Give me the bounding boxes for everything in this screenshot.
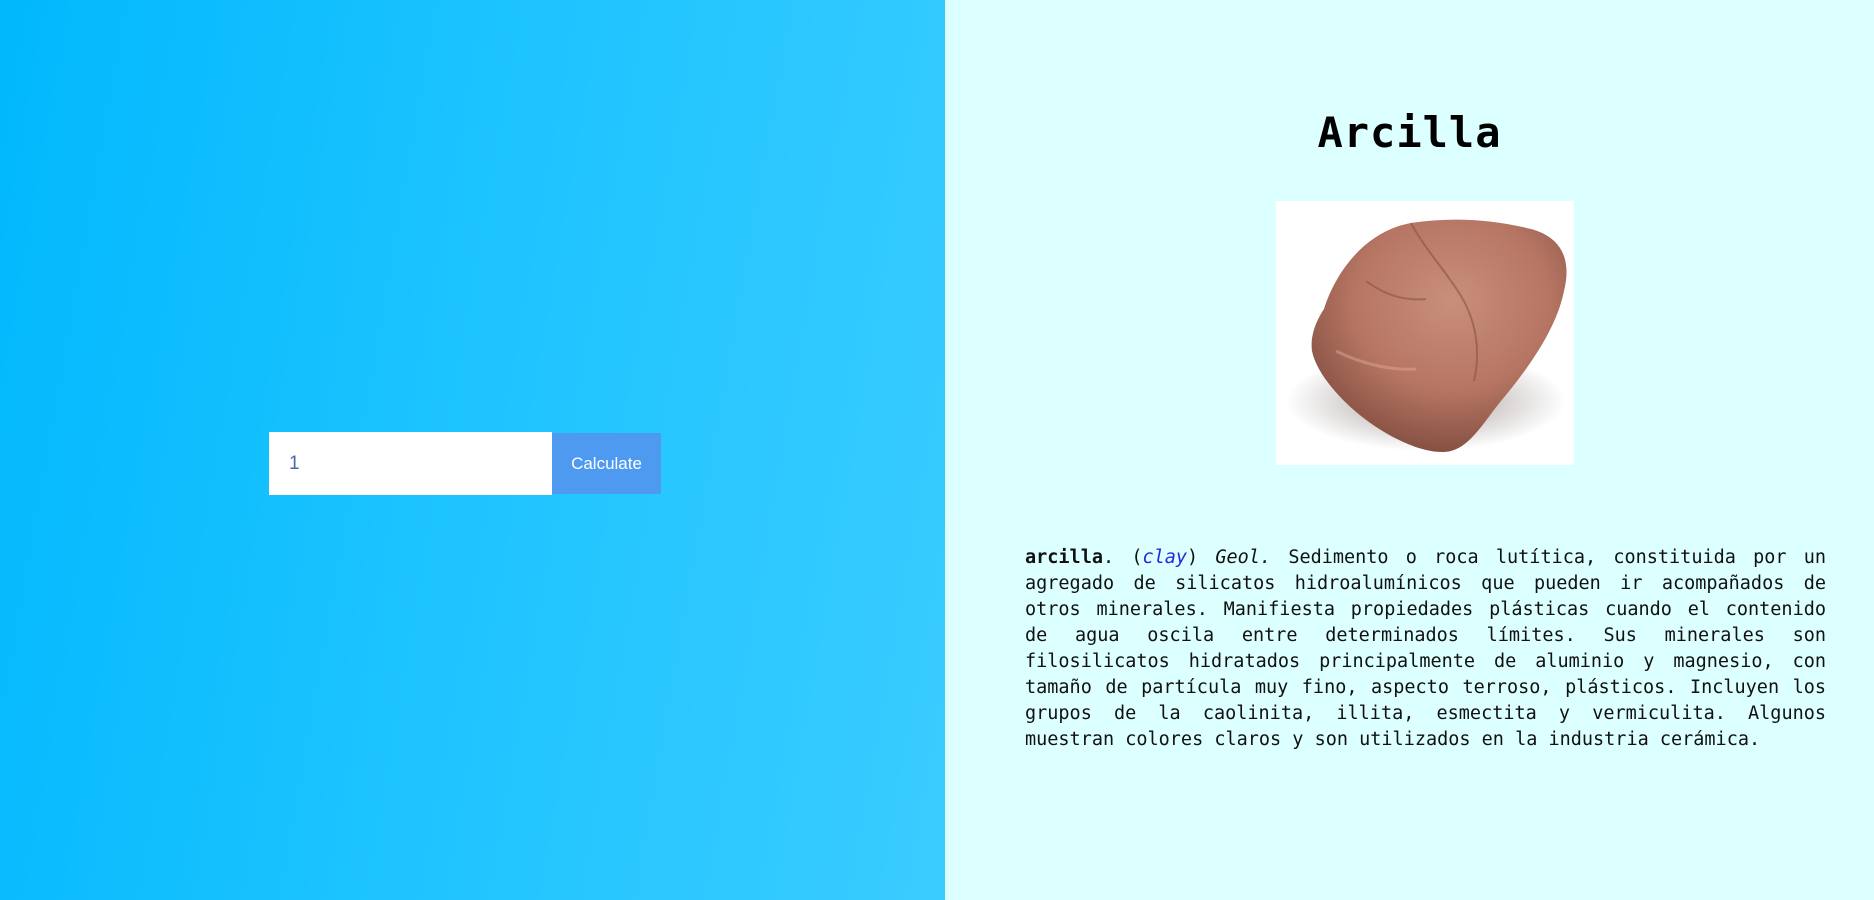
field-abbreviation: Geol. <box>1215 547 1272 568</box>
mineral-title: Arcilla <box>1317 108 1502 157</box>
translation-close: ) <box>1187 547 1199 568</box>
rock-image <box>1286 219 1567 453</box>
definition-text: Sedimento o roca lutítica, constituida p… <box>1025 547 1826 750</box>
term: arcilla <box>1025 547 1103 568</box>
info-pane: Arcilla arcilla. (clay) Geol. Sedimento … <box>945 0 1874 900</box>
calculator-pane: Calculate <box>0 0 945 900</box>
calculate-button[interactable]: Calculate <box>552 433 661 494</box>
term-punctuation: . ( <box>1102 547 1143 568</box>
calculator-form: Calculate <box>269 432 661 495</box>
calculator-input[interactable] <box>269 432 552 495</box>
mineral-image <box>1276 201 1574 465</box>
mineral-description: arcilla. (clay) Geol. Sedimento o roca l… <box>1025 545 1826 753</box>
translation-link[interactable]: clay <box>1142 547 1187 568</box>
